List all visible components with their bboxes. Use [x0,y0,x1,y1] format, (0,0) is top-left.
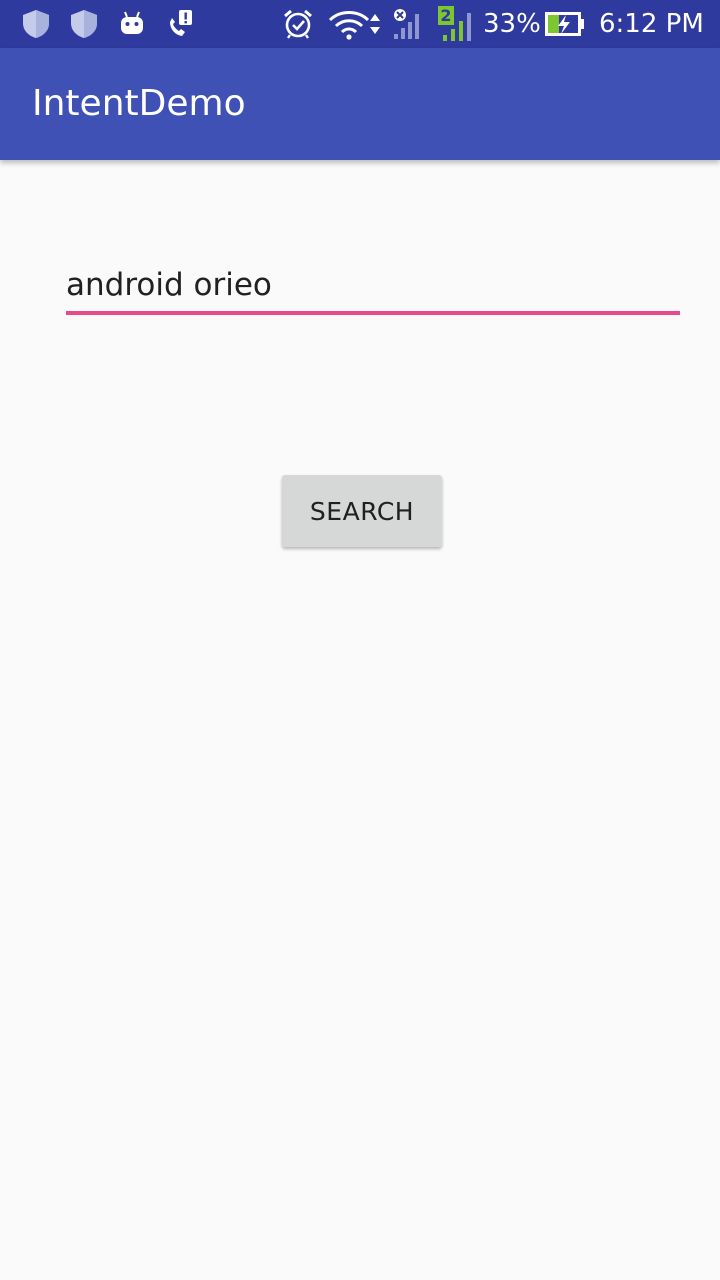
alarm-icon [284,9,312,39]
battery-percentage: 33% [483,9,541,39]
wifi-icon [328,11,380,40]
android-icon [121,11,143,34]
sim2-label: 2 [440,6,452,25]
shield-icon [71,10,97,38]
signal-icon [394,9,419,39]
search-button[interactable]: SEARCH [282,475,442,547]
search-field[interactable] [66,258,680,316]
battery-charging-icon [545,12,584,36]
phone-alert-icon [170,10,192,36]
input-underline [66,311,680,315]
search-input[interactable] [66,258,680,312]
shield-icon [23,10,49,38]
clock: 6:12 PM [599,9,704,39]
sim2-signal-icon: 2 [438,6,474,42]
app-bar: IntentDemo [0,48,720,160]
status-bar: 2 33% 6:12 PM [0,0,720,48]
app-title: IntentDemo [32,83,246,124]
